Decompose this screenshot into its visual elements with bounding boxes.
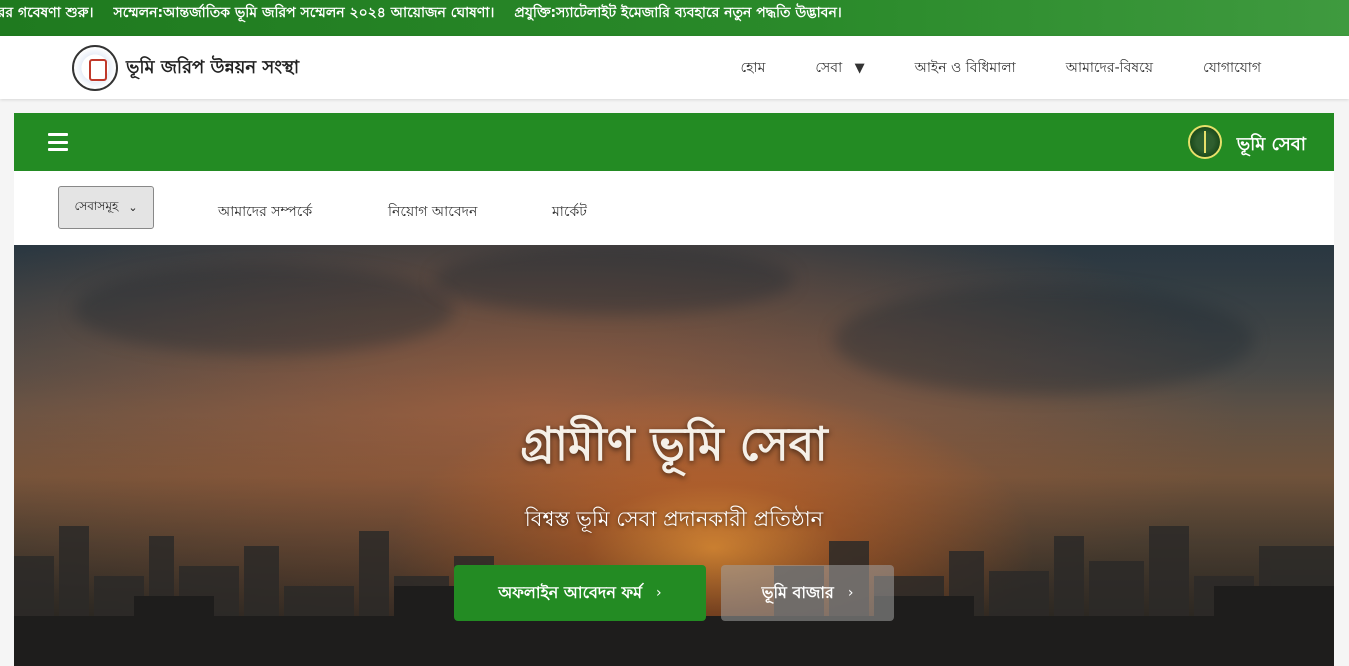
chevron-right-icon: ›: [656, 585, 662, 601]
brand-name: ভূমি জরিপ উন্নয়ন সংস্থা: [126, 56, 300, 78]
dropdown-arrow-icon: ▼: [854, 60, 865, 76]
chevron-right-icon: ›: [847, 585, 854, 601]
nav-link-home[interactable]: হোম: [740, 56, 765, 80]
nav-link-services-label: সেবা: [815, 59, 843, 76]
ticker-item[interactable]: সম্মেলন:আন্তর্জাতিক ভূমি জরিপ সম্মেলন ২০…: [113, 0, 494, 36]
offline-application-button[interactable]: অফলাইন আবেদন ফর্ম ›: [454, 565, 706, 621]
service-bar: ভূমি সেবা: [14, 113, 1334, 171]
subnav-link-market[interactable]: মার্কেট: [552, 200, 587, 224]
service-emblem-icon: [1188, 125, 1222, 159]
ticker-track: রের গবেষণা শুরু। সম্মেলন:আন্তর্জাতিক ভূম…: [0, 0, 842, 36]
cloud: [834, 285, 1254, 395]
menu-icon[interactable]: [48, 133, 68, 151]
hero-title: গ্রামীণ ভূমি সেবা: [520, 417, 828, 471]
hero-banner: গ্রামীণ ভূমি সেবা বিশ্বস্ত ভূমি সেবা প্র…: [14, 245, 1334, 666]
top-navbar: ভূমি জরিপ উন্নয়ন সংস্থা হোম সেবা ▼ আইন …: [0, 36, 1349, 99]
land-market-button-label: ভূমি বাজার: [761, 582, 834, 602]
cloud: [74, 265, 454, 355]
subnav-link-about[interactable]: আমাদের সম্পর্কে: [218, 200, 312, 224]
brand[interactable]: ভূমি জরিপ উন্নয়ন সংস্থা: [72, 45, 299, 91]
chevron-down-icon: ⌄: [128, 201, 138, 214]
subnav-link-recruitment[interactable]: নিয়োগ আবেদন: [388, 200, 477, 224]
sub-navbar: সেবাসমূহ ⌄ আমাদের সম্পর্কে নিয়োগ আবেদন …: [14, 171, 1334, 245]
cloud: [434, 245, 794, 315]
hero-subtitle: বিশ্বস্ত ভূমি সেবা প্রদানকারী প্রতিষ্ঠান: [524, 507, 824, 531]
news-ticker: রের গবেষণা শুরু। সম্মেলন:আন্তর্জাতিক ভূম…: [0, 0, 1349, 36]
ticker-item[interactable]: প্রযুক্তি:স্যাটেলাইট ইমেজারি ব্যবহারে নত…: [514, 0, 841, 36]
organization-logo: [72, 45, 118, 91]
nav-link-about[interactable]: আমাদের-বিষয়ে: [1066, 56, 1153, 80]
main-nav: হোম সেবা ▼ আইন ও বিধিমালা আমাদের-বিষয়ে …: [740, 36, 1261, 99]
services-dropdown-label: সেবাসমূহ: [74, 198, 119, 213]
service-bar-title[interactable]: ভূমি সেবা: [1237, 130, 1306, 161]
nav-link-services[interactable]: সেবা ▼: [815, 56, 864, 80]
nav-link-contact[interactable]: যোগাযোগ: [1203, 56, 1261, 80]
offline-application-button-label: অফলাইন আবেদন ফর্ম: [498, 582, 643, 602]
land-market-button[interactable]: ভূমি বাজার ›: [721, 565, 894, 621]
nav-link-laws[interactable]: আইন ও বিধিমালা: [915, 56, 1016, 80]
ticker-item[interactable]: রের গবেষণা শুরু।: [0, 0, 93, 36]
services-dropdown[interactable]: সেবাসমূহ ⌄: [58, 186, 154, 229]
